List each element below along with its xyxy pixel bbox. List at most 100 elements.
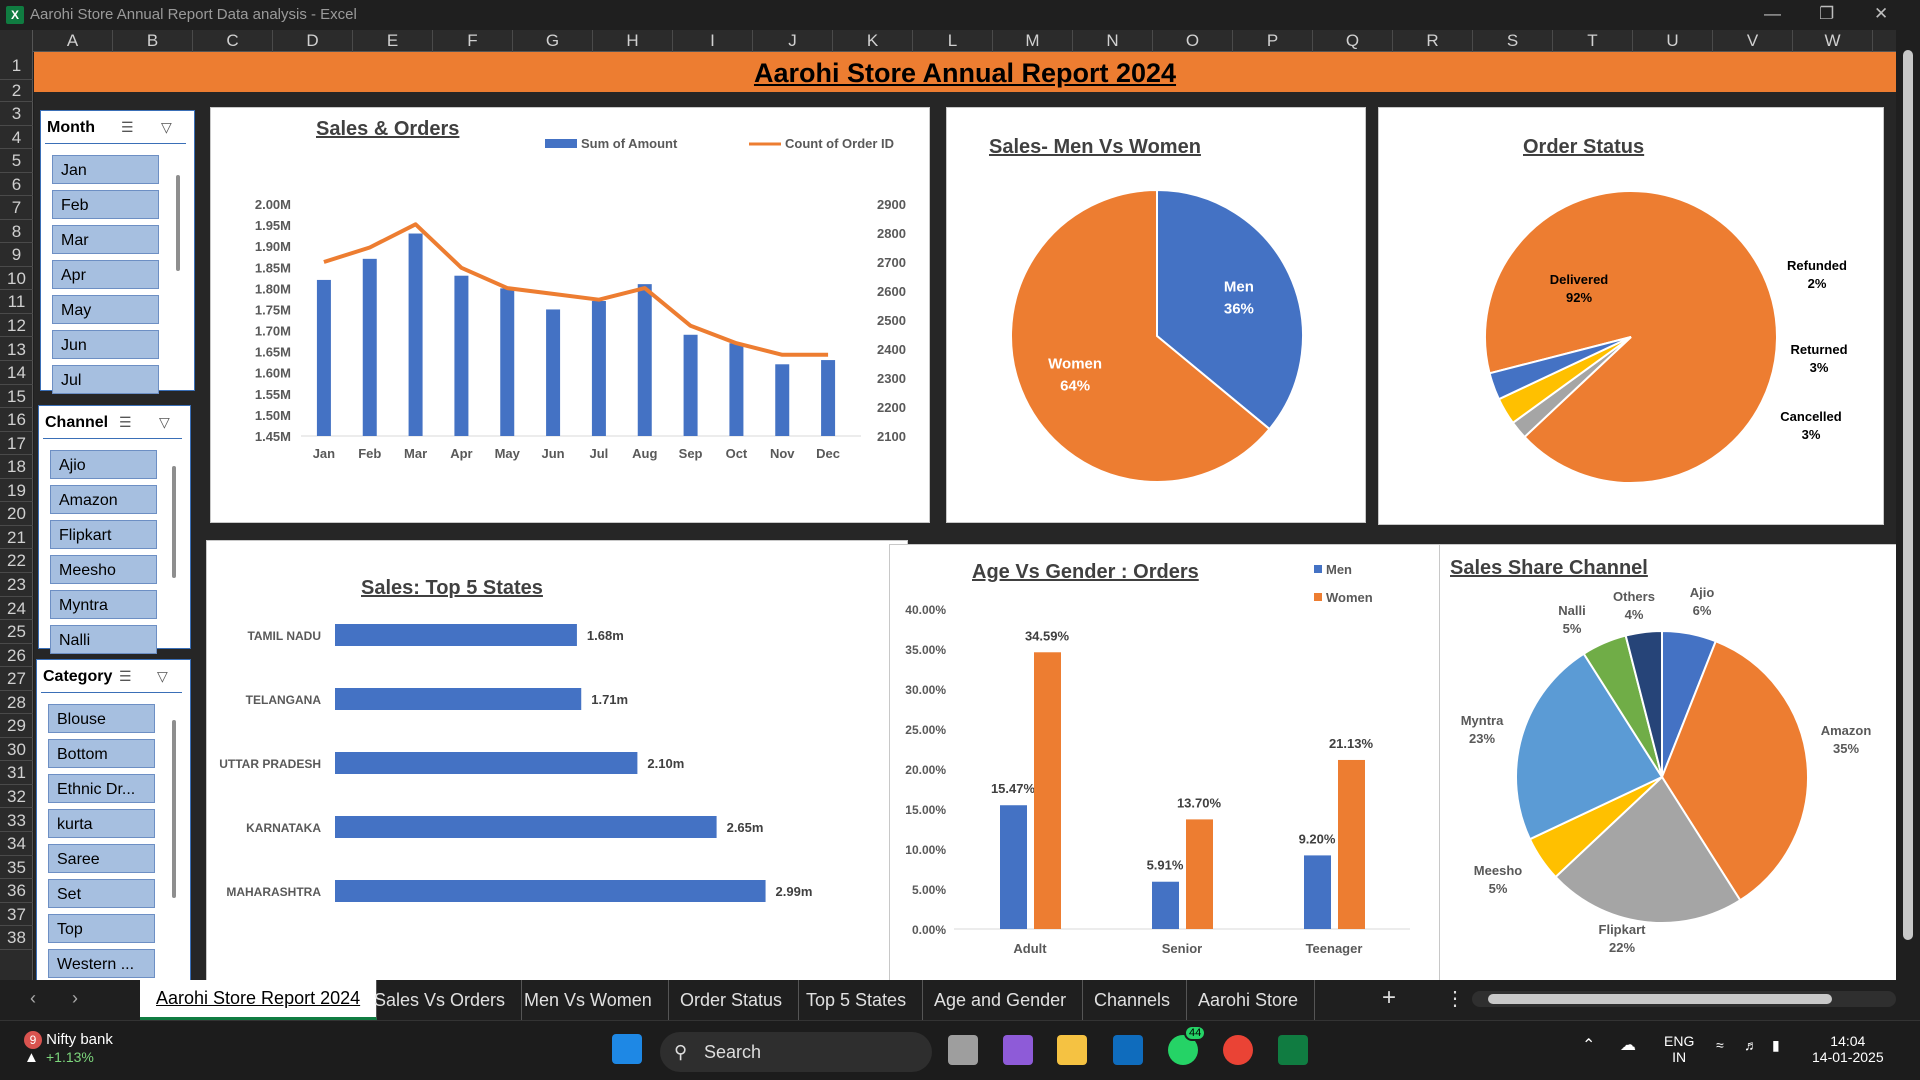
column-header[interactable]: L — [913, 30, 993, 52]
row-header[interactable]: 1 — [0, 52, 33, 80]
slicer-item-category[interactable]: kurta — [48, 809, 155, 838]
vertical-scrollbar[interactable] — [1896, 30, 1920, 980]
sheet-tab[interactable]: Sales Vs Orders — [358, 980, 523, 1020]
column-header[interactable]: J — [753, 30, 833, 52]
row-header[interactable]: 5 — [0, 149, 33, 173]
outlook-icon[interactable] — [1113, 1035, 1143, 1065]
battery-icon[interactable]: ▮ — [1772, 1037, 1780, 1054]
more-options-icon[interactable]: ⋮ — [1445, 986, 1465, 1011]
row-header[interactable]: 17 — [0, 432, 33, 456]
row-header[interactable]: 16 — [0, 408, 33, 432]
column-header[interactable]: H — [593, 30, 673, 52]
slicer-item-month[interactable]: Mar — [52, 225, 159, 254]
clear-filter-icon[interactable]: ▽ — [161, 119, 172, 136]
row-header[interactable]: 31 — [0, 761, 33, 785]
chrome-icon[interactable] — [1223, 1035, 1253, 1065]
row-header[interactable]: 35 — [0, 856, 33, 880]
row-header[interactable]: 34 — [0, 832, 33, 856]
row-header[interactable]: 4 — [0, 126, 33, 150]
row-header[interactable]: 27 — [0, 667, 33, 691]
select-all-corner[interactable] — [0, 30, 33, 52]
column-header[interactable]: N — [1073, 30, 1153, 52]
minimize-icon[interactable]: — — [1764, 4, 1781, 24]
slicer-item-month[interactable]: Jul — [52, 365, 159, 394]
whatsapp-icon[interactable]: 44 — [1168, 1025, 1207, 1065]
slicer-item-month[interactable]: Jan — [52, 155, 159, 184]
clock[interactable]: 14:04 14-01-2025 — [1812, 1033, 1884, 1065]
close-icon[interactable]: ✕ — [1874, 4, 1888, 24]
row-header[interactable]: 38 — [0, 926, 33, 950]
category-slicer[interactable]: Category ☰ ▽ Blouse Bottom Ethnic Dr... kur… — [36, 659, 191, 988]
multi-select-icon[interactable]: ☰ — [119, 668, 132, 685]
multi-select-icon[interactable]: ☰ — [119, 414, 132, 431]
horizontal-scroll-thumb[interactable] — [1488, 994, 1832, 1004]
column-header[interactable]: M — [993, 30, 1073, 52]
column-header[interactable]: Q — [1313, 30, 1393, 52]
slicer-item-channel[interactable]: Meesho — [50, 555, 157, 584]
row-header[interactable]: 14 — [0, 361, 33, 385]
channel-slicer[interactable]: Channel ☰ ▽ Ajio Amazon Flipkart Meesho Mynt… — [38, 405, 191, 654]
month-slicer[interactable]: Month ☰ ▽ Jan Feb Mar Apr May Jun Jul — [40, 110, 195, 394]
row-header[interactable]: 13 — [0, 338, 33, 362]
column-header[interactable]: S — [1473, 30, 1553, 52]
language-indicator[interactable]: ENG IN — [1664, 1033, 1694, 1065]
add-sheet-icon[interactable]: + — [1382, 984, 1396, 1012]
row-header[interactable]: 19 — [0, 479, 33, 503]
row-header[interactable]: 33 — [0, 809, 33, 833]
sheet-tab[interactable]: Order Status — [664, 980, 800, 1020]
sheet-tab[interactable]: Men Vs Women — [508, 980, 669, 1020]
row-header[interactable]: 37 — [0, 903, 33, 927]
sales-orders-chart[interactable]: Sales & Orders Sum of Amount Count of Ord… — [210, 107, 930, 523]
top-states-chart[interactable]: Sales: Top 5 States 0.0M0.5M1.0M1.5M2.0M… — [206, 540, 908, 1014]
slicer-item-category[interactable]: Set — [48, 879, 155, 908]
slicer-item-channel[interactable]: Ajio — [50, 450, 157, 479]
row-header[interactable]: 23 — [0, 573, 33, 597]
column-header[interactable]: C — [193, 30, 273, 52]
row-header[interactable]: 7 — [0, 196, 33, 220]
column-header[interactable]: B — [113, 30, 193, 52]
slicer-item-channel[interactable]: Myntra — [50, 590, 157, 619]
slicer-scrollbar[interactable] — [176, 175, 180, 271]
slicer-item-category[interactable]: Top — [48, 914, 155, 943]
row-header[interactable]: 15 — [0, 385, 33, 409]
slicer-item-category[interactable]: Western ... — [48, 949, 155, 978]
row-header[interactable]: 29 — [0, 714, 33, 738]
vertical-scroll-thumb[interactable] — [1903, 50, 1913, 940]
age-gender-chart[interactable]: Age Vs Gender : Orders 40.00% 35.00% 30.00… — [889, 544, 1457, 1014]
task-view-icon[interactable] — [948, 1035, 978, 1065]
row-header[interactable]: 22 — [0, 549, 33, 573]
column-header[interactable]: O — [1153, 30, 1233, 52]
slicer-item-channel[interactable]: Amazon — [50, 485, 157, 514]
clear-filter-icon[interactable]: ▽ — [159, 414, 170, 431]
horizontal-scrollbar[interactable] — [1472, 991, 1896, 1007]
row-header[interactable]: 2 — [0, 80, 33, 102]
slicer-scrollbar[interactable] — [172, 466, 176, 578]
sheet-tab[interactable]: Top 5 States — [790, 980, 924, 1020]
row-header[interactable]: 21 — [0, 526, 33, 550]
cloud-icon[interactable]: ☁ — [1620, 1035, 1636, 1055]
column-header[interactable]: A — [33, 30, 113, 52]
wifi-icon[interactable]: ≈ — [1716, 1037, 1724, 1053]
order-status-chart[interactable]: Order Status Delivered 92% Refunded 2% Retur… — [1378, 107, 1884, 525]
channel-share-chart[interactable]: Sales Share Channel Ajio 6% Amazon 35% Flipk… — [1439, 544, 1911, 1014]
column-header[interactable]: R — [1393, 30, 1473, 52]
men-vs-women-chart[interactable]: Sales- Men Vs Women Men 36% Women 64% — [946, 107, 1366, 523]
row-header[interactable]: 8 — [0, 220, 33, 244]
slicer-item-category[interactable]: Ethnic Dr... — [48, 774, 155, 803]
restore-icon[interactable]: ❐ — [1819, 4, 1834, 24]
file-explorer-icon[interactable] — [1057, 1035, 1087, 1065]
sheet-tab[interactable]: Channels — [1078, 980, 1188, 1020]
column-header[interactable]: V — [1713, 30, 1793, 52]
slicer-item-month[interactable]: Apr — [52, 260, 159, 289]
slicer-item-category[interactable]: Blouse — [48, 704, 155, 733]
row-header[interactable]: 10 — [0, 267, 33, 291]
row-header[interactable]: 28 — [0, 691, 33, 715]
excel-taskbar-icon[interactable] — [1278, 1035, 1308, 1065]
taskbar-search[interactable]: ⚲ Search — [660, 1032, 932, 1072]
slicer-item-month[interactable]: May — [52, 295, 159, 324]
row-header[interactable]: 11 — [0, 290, 33, 314]
slicer-item-channel[interactable]: Nalli — [50, 625, 157, 654]
slicer-item-month[interactable]: Jun — [52, 330, 159, 359]
column-header[interactable]: P — [1233, 30, 1313, 52]
row-header[interactable]: 20 — [0, 502, 33, 526]
